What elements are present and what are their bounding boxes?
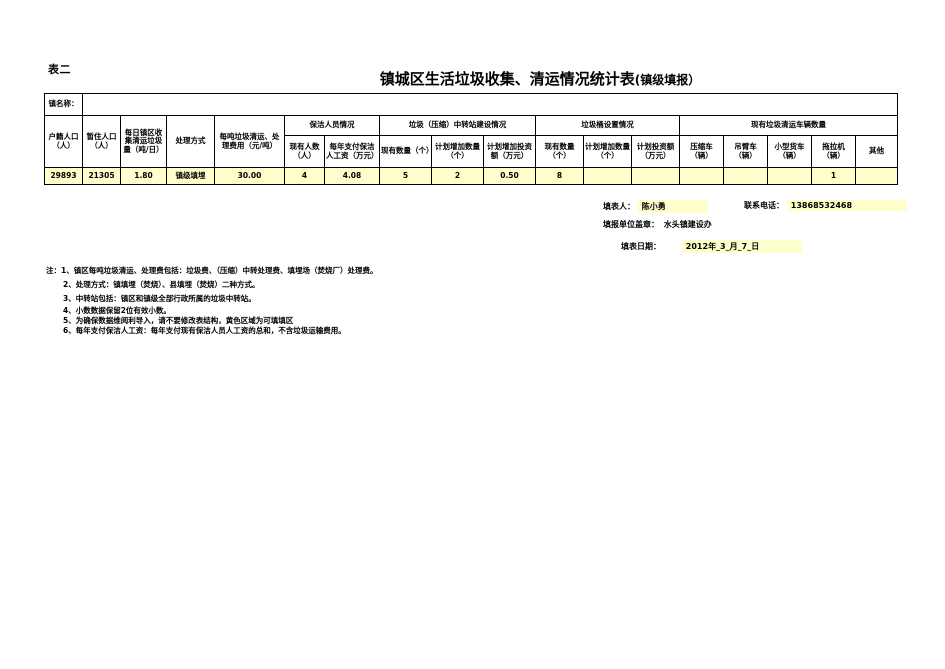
page-title-main: 镇城区生活垃圾收集、清运情况统计表 bbox=[379, 70, 635, 88]
note-line-4: 4、小数数据保留2位有效小数。 bbox=[63, 305, 171, 315]
cell-vehicle-tractor[interactable]: 1 bbox=[811, 167, 856, 185]
cell-bins-investment[interactable] bbox=[631, 167, 680, 185]
phone-input[interactable]: 13868532468 bbox=[786, 200, 907, 211]
col-header-station-investment: 计划增加投资额（万元） bbox=[483, 135, 536, 168]
note-line-3: 3、中转站包括：镇区和镇级全部行政所属的垃圾中转站。 bbox=[63, 293, 256, 303]
cell-vehicle-crane[interactable] bbox=[723, 167, 768, 185]
cell-cost-per-ton[interactable]: 30.00 bbox=[214, 167, 285, 185]
town-name-label: 镇名称： bbox=[44, 93, 83, 116]
unit-label: 填报单位盖章： bbox=[603, 220, 659, 229]
cell-station-investment[interactable]: 0.50 bbox=[483, 167, 536, 185]
sheet-label: 表二 bbox=[48, 63, 71, 76]
note-line-6: 6、每年支付保洁人工资：每年支付现有保洁人员人工资的总和，不含垃圾运输费用。 bbox=[63, 325, 346, 335]
col-header-staff-salary: 每年支付保洁人工资（万元） bbox=[324, 135, 380, 168]
statistics-table: 镇名称： 户籍人口（人） 暂住人口（人） 每日镇区收集清运垃圾量（吨/日） 处理… bbox=[44, 93, 898, 185]
date-label: 填表日期： bbox=[621, 242, 661, 251]
phone-field: 联系电话： 13868532468 bbox=[744, 200, 907, 211]
col-header-vehicle-other: 其他 bbox=[855, 135, 898, 168]
unit-field: 填报单位盖章： 水头镇建设办 bbox=[603, 218, 732, 231]
col-header-bins-investment: 计划投资额（万元） bbox=[631, 135, 680, 168]
col-header-bins-existing: 现有数量（个） bbox=[535, 135, 584, 168]
page-title: 镇城区生活垃圾收集、清运情况统计表(镇级填报） bbox=[340, 68, 740, 89]
reporter-field: 填表人： 陈小勇 bbox=[603, 200, 708, 213]
cell-vehicle-other[interactable] bbox=[855, 167, 898, 185]
group-header-bins: 垃圾桶设置情况 bbox=[535, 115, 680, 136]
reporter-label: 填表人： bbox=[603, 202, 635, 211]
phone-label: 联系电话： bbox=[744, 201, 784, 210]
note-line-5: 5、为确保数据维阅利导入，请不要修改表结构，黄色区域为可填填区 bbox=[63, 315, 294, 325]
date-input[interactable]: 2012年_3_月_7_日 bbox=[681, 240, 802, 253]
cell-bins-planned[interactable] bbox=[583, 167, 632, 185]
note-line-1: 注：1、镇区每吨垃圾清运、处理费包括：垃圾费、（压缩）中转处理费、填埋场（焚烧厂… bbox=[46, 266, 378, 275]
cell-station-planned[interactable]: 2 bbox=[431, 167, 484, 185]
spreadsheet-page: 表二 镇城区生活垃圾收集、清运情况统计表(镇级填报） 镇名称： 户籍人口（人） … bbox=[0, 0, 945, 669]
date-field: 填表日期： 2012年_3_月_7_日 bbox=[621, 240, 802, 253]
cell-treatment-method[interactable]: 镇级填埋 bbox=[166, 167, 215, 185]
col-header-vehicle-small-truck: 小型货车（辆） bbox=[767, 135, 812, 168]
col-header-station-existing: 现有数量（个） bbox=[379, 135, 434, 168]
unit-input[interactable]: 水头镇建设办 bbox=[662, 218, 732, 231]
col-header-zanzhu-renkou: 暂住人口（人） bbox=[82, 115, 121, 168]
col-header-daily-volume: 每日镇区收集清运垃圾量（吨/日） bbox=[120, 115, 167, 168]
group-header-cleaner-staff: 保洁人员情况 bbox=[284, 115, 380, 136]
reporter-input[interactable]: 陈小勇 bbox=[637, 200, 708, 213]
col-header-station-planned: 计划增加数量（个） bbox=[431, 135, 484, 168]
col-header-bins-planned: 计划增加数量（个） bbox=[583, 135, 632, 168]
cell-vehicle-small-truck[interactable] bbox=[767, 167, 812, 185]
col-header-huji-renkou: 户籍人口（人） bbox=[44, 115, 83, 168]
cell-staff-salary[interactable]: 4.08 bbox=[324, 167, 380, 185]
town-name-input[interactable] bbox=[82, 93, 898, 116]
col-header-cost-per-ton: 每吨垃圾清运、处理费用（元/吨） bbox=[214, 115, 285, 168]
group-header-transfer-station: 垃圾（压缩）中转站建设情况 bbox=[379, 115, 536, 136]
cell-staff-count[interactable]: 4 bbox=[284, 167, 325, 185]
col-header-treatment-method: 处理方式 bbox=[166, 115, 215, 168]
page-title-suffix: (镇级填报） bbox=[634, 73, 701, 87]
group-header-vehicles: 现有垃圾清运车辆数量 bbox=[679, 115, 898, 136]
notes-block: 注：1、镇区每吨垃圾清运、处理费包括：垃圾费、（压缩）中转处理费、填埋场（焚烧厂… bbox=[46, 264, 377, 336]
cell-station-existing[interactable]: 5 bbox=[379, 167, 432, 185]
note-line-2: 2、处理方式：镇填埋（焚烧）、县填埋（焚烧）二种方式。 bbox=[63, 279, 260, 289]
group-header-row: 户籍人口（人） 暂住人口（人） 每日镇区收集清运垃圾量（吨/日） 处理方式 每吨… bbox=[44, 115, 898, 168]
col-header-vehicle-tractor: 拖拉机（辆） bbox=[811, 135, 856, 168]
col-header-vehicle-crane: 吊臂车（辆） bbox=[723, 135, 768, 168]
table-row: 29893 21305 1.80 镇级填埋 30.00 4 4.08 5 2 0… bbox=[44, 167, 898, 185]
col-header-staff-count: 现有人数（人） bbox=[284, 135, 325, 168]
cell-bins-existing[interactable]: 8 bbox=[535, 167, 584, 185]
col-header-vehicle-compactor: 压缩车（辆） bbox=[679, 135, 724, 168]
cell-zanzhu-renkou[interactable]: 21305 bbox=[82, 167, 121, 185]
cell-daily-volume[interactable]: 1.80 bbox=[120, 167, 167, 185]
cell-huji-renkou[interactable]: 29893 bbox=[44, 167, 83, 185]
cell-vehicle-compactor[interactable] bbox=[679, 167, 724, 185]
town-name-row: 镇名称： bbox=[44, 93, 898, 116]
